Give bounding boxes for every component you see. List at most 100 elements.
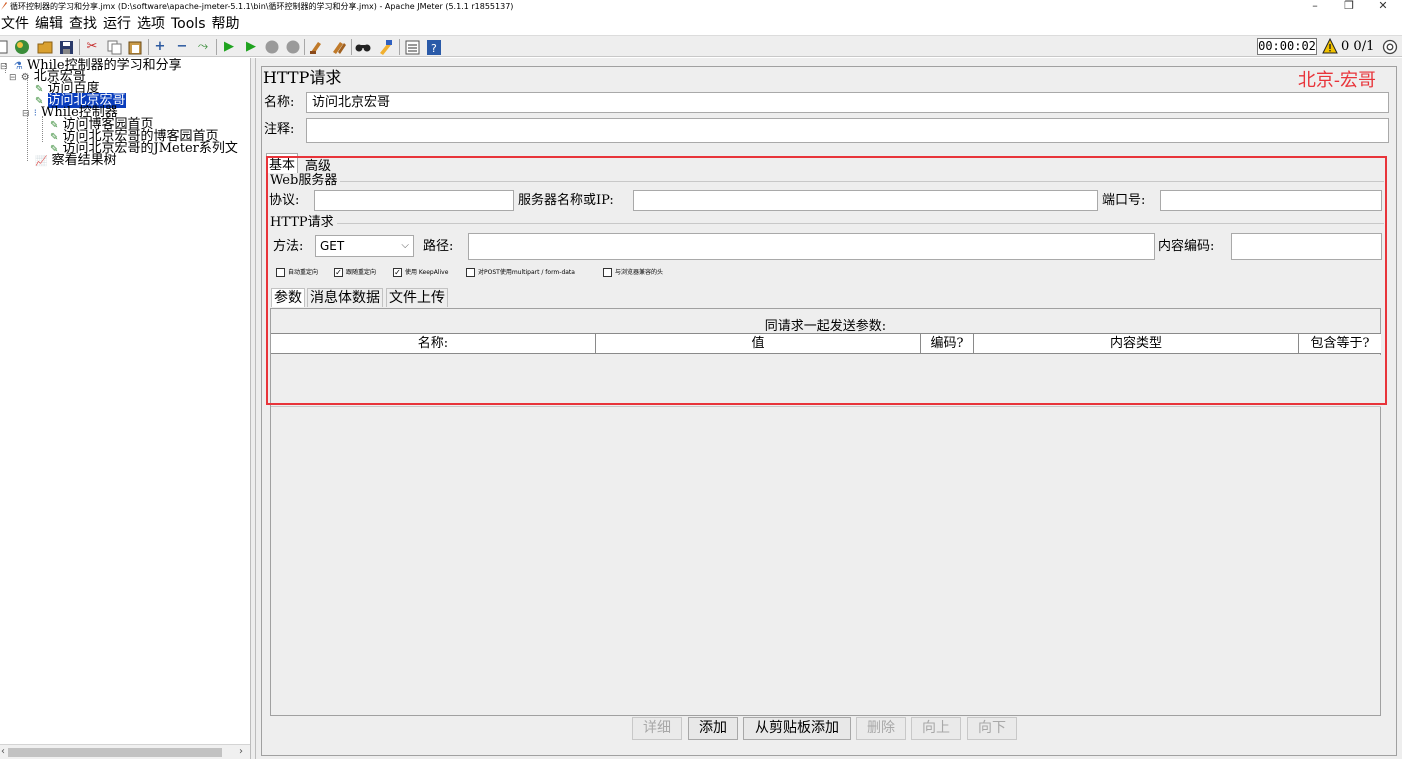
name-label: 名称: (264, 95, 295, 110)
http-request-group-title: HTTP请求 (270, 216, 337, 230)
add-button[interactable]: 添加 (688, 717, 738, 740)
menu-file[interactable]: 文件 (1, 14, 29, 34)
group-divider (326, 223, 1384, 224)
restore-button[interactable]: ❐ (1336, 0, 1362, 14)
port-field[interactable] (1160, 190, 1382, 211)
group-divider (336, 181, 1384, 182)
tab-body-data[interactable]: 消息体数据 (307, 288, 383, 307)
jmeter-feather-icon (1, 2, 7, 10)
column-content-type[interactable]: 内容类型 (974, 334, 1299, 353)
scroll-right-icon[interactable]: › (239, 745, 243, 759)
table-header: 名称: 值 编码? 内容类型 包含等于? (271, 333, 1381, 354)
column-value[interactable]: 值 (596, 334, 921, 353)
checkbox-keepalive[interactable]: ✓ 使用 KeepAlive (393, 268, 448, 278)
expand-icon[interactable]: + (152, 39, 168, 55)
checkbox-follow-redirects[interactable]: ✓ 跟随重定向 (334, 268, 376, 278)
menu-search[interactable]: 查找 (69, 14, 97, 34)
watermark-text: 北京-宏哥 (1297, 70, 1376, 91)
menu-edit[interactable]: 编辑 (35, 14, 63, 34)
open-icon[interactable] (37, 39, 53, 55)
column-encode[interactable]: 编码? (921, 334, 974, 353)
protocol-field[interactable] (314, 190, 514, 211)
tree-horizontal-scrollbar[interactable]: ‹ › (0, 744, 250, 759)
menu-options[interactable]: 选项 (137, 14, 165, 34)
checkbox-auto-redirect[interactable]: 自动重定向 (276, 268, 318, 278)
toolbar-separator (148, 39, 149, 55)
comment-field[interactable] (306, 118, 1389, 143)
checkbox-label: 使用 KeepAlive (405, 269, 449, 276)
method-select[interactable]: GET ⌵ (315, 235, 414, 257)
thread-group-gear-icon: ⚙ (20, 72, 30, 83)
scrollbar-thumb[interactable] (8, 748, 222, 757)
up-button[interactable]: 向上 (911, 717, 961, 740)
reset-search-icon[interactable] (377, 39, 393, 55)
scroll-left-icon[interactable]: ‹ (1, 745, 5, 759)
toolbar-separator (216, 39, 217, 55)
function-helper-icon[interactable] (404, 39, 420, 55)
menu-tools[interactable]: Tools (171, 14, 206, 34)
elapsed-timer: 00:00:02 (1257, 38, 1317, 55)
delete-button[interactable]: 删除 (856, 717, 906, 740)
menu-help[interactable]: 帮助 (212, 14, 240, 34)
server-field[interactable] (633, 190, 1098, 211)
start-icon[interactable]: ▶ (221, 39, 237, 55)
clear-icon[interactable] (308, 39, 324, 55)
stop-icon[interactable] (264, 39, 280, 55)
content-encoding-label: 内容编码: (1158, 239, 1215, 254)
tab-basic[interactable]: 基本 (266, 153, 299, 173)
tab-files-upload[interactable]: 文件上传 (386, 288, 448, 307)
method-label: 方法: (273, 239, 304, 254)
templates-icon[interactable] (14, 39, 30, 55)
column-name[interactable]: 名称: (271, 334, 596, 353)
path-field[interactable] (468, 233, 1155, 260)
toolbar: ✂ + − ⤳ ▶ ▶ ? 00:00:02 0 0/1 (0, 35, 1402, 57)
test-plan-tree: ⊟ ⚗ While控制器的学习和分享 ⊟ ⚙ 北京宏哥 ✎ 访问百度 ✎ 访问北… (0, 58, 250, 744)
collapse-icon[interactable]: − (174, 39, 190, 55)
close-button[interactable]: ✕ (1370, 0, 1396, 14)
remote-globe-icon[interactable] (1382, 39, 1398, 55)
detail-button[interactable]: 详细 (632, 717, 682, 740)
toggle-icon[interactable]: ⤳ (195, 39, 211, 55)
add-from-clipboard-button[interactable]: 从剪贴板添加 (743, 717, 851, 740)
search-icon[interactable] (355, 39, 371, 55)
chevron-down-icon: ⌵ (401, 240, 409, 251)
checkbox-multipart[interactable]: 对POST使用multipart / form-data (466, 268, 575, 278)
paste-icon[interactable] (127, 39, 143, 55)
checkbox-browser-headers[interactable]: 与浏览器兼容的头 (603, 268, 663, 278)
column-include-equals[interactable]: 包含等于? (1299, 334, 1381, 353)
down-button[interactable]: 向下 (967, 717, 1017, 740)
start-no-pause-icon[interactable]: ▶ (243, 39, 259, 55)
warning-icon[interactable] (1322, 38, 1338, 54)
title-bar: 循环控制器的学习和分享.jmx (D:\software\apache-jmet… (0, 0, 1402, 14)
method-value: GET (320, 239, 345, 253)
checkbox-box (603, 268, 612, 277)
server-label: 服务器名称或IP: (518, 193, 614, 208)
listener-chart-icon: 📈 (35, 156, 48, 167)
new-icon[interactable] (0, 39, 10, 55)
tree-node-view-results-tree[interactable]: 📈 察看结果树 (35, 154, 117, 168)
window-title: 循环控制器的学习和分享.jmx (D:\software\apache-jmet… (10, 2, 514, 11)
name-field[interactable]: 访问北京宏哥 (306, 92, 1389, 113)
checkmark-icon: ✓ (393, 268, 402, 277)
copy-icon[interactable] (106, 39, 122, 55)
checkbox-label: 与浏览器兼容的头 (615, 269, 664, 276)
toolbar-separator (304, 39, 305, 55)
thread-count: 0/1 (1353, 39, 1375, 54)
minimize-button[interactable]: – (1302, 0, 1328, 14)
tab-parameters[interactable]: 参数 (271, 288, 305, 307)
cut-icon[interactable]: ✂ (84, 39, 100, 55)
save-icon[interactable] (58, 39, 74, 55)
status-counts: 0 0/1 (1341, 39, 1374, 54)
help-icon[interactable]: ? (426, 39, 442, 55)
content-encoding-field[interactable] (1231, 233, 1382, 260)
checkbox-box (276, 268, 285, 277)
shutdown-icon[interactable] (285, 39, 301, 55)
checkbox-label: 自动重定向 (288, 269, 319, 276)
web-server-group-title: Web服务器 (270, 174, 341, 188)
tab-advanced[interactable]: 高级 (303, 155, 333, 174)
clear-all-icon[interactable] (331, 39, 347, 55)
menu-run[interactable]: 运行 (103, 14, 131, 34)
menu-bar: 文件 编辑 查找 运行 选项 Tools 帮助 (0, 14, 1402, 34)
table-body[interactable] (271, 355, 1381, 407)
checkbox-box (466, 268, 475, 277)
